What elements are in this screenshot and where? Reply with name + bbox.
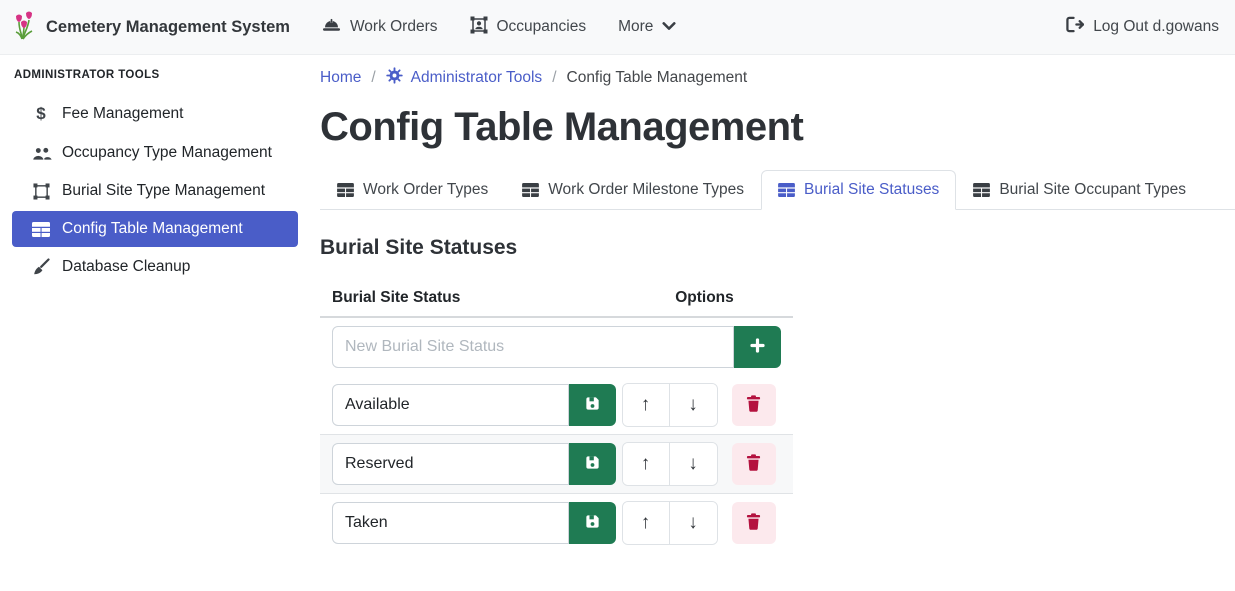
nav-occupancies-label: Occupancies (497, 18, 587, 36)
sidebar-item-occupancy-type-management[interactable]: Occupancy Type Management (12, 135, 298, 171)
tab-label: Work Order Milestone Types (548, 181, 744, 199)
arrow-up-icon: ↑ (641, 512, 651, 534)
status-row-reserved: ↑ ↓ (320, 434, 793, 494)
save-icon (584, 513, 601, 533)
sidebar-item-label: Occupancy Type Management (62, 144, 272, 162)
status-input[interactable] (332, 443, 569, 485)
page-title: Config Table Management (320, 105, 1235, 150)
status-row-taken: ↑ ↓ (320, 494, 793, 552)
logout-button[interactable]: Log Out d.gowans (1065, 16, 1219, 38)
main-content: Home / (310, 55, 1235, 591)
move-down-button[interactable]: ↓ (670, 502, 717, 544)
logout-icon (1065, 16, 1084, 38)
app-brand[interactable]: Cemetery Management System (12, 10, 290, 45)
new-status-input[interactable] (332, 326, 734, 368)
table-icon (778, 183, 795, 197)
save-icon (584, 395, 601, 415)
sidebar-item-burial-site-type-management[interactable]: Burial Site Type Management (12, 173, 298, 209)
move-down-button[interactable]: ↓ (670, 384, 717, 426)
breadcrumb-current: Config Table Management (567, 69, 748, 87)
table-icon (30, 222, 52, 237)
save-status-button[interactable] (569, 384, 616, 426)
move-down-button[interactable]: ↓ (670, 443, 717, 485)
arrow-down-icon: ↓ (688, 453, 698, 475)
gear-icon (386, 67, 403, 89)
status-input[interactable] (332, 384, 569, 426)
status-row-available: ↑ ↓ (320, 376, 793, 434)
plus-icon (749, 337, 766, 357)
dollar-icon: $ (30, 104, 52, 124)
tab-label: Work Order Types (363, 181, 488, 199)
section-heading: Burial Site Statuses (320, 236, 1235, 260)
breadcrumb-separator: / (552, 69, 556, 87)
logout-label: Log Out d.gowans (1093, 18, 1219, 36)
occupant-frame-icon (470, 16, 488, 39)
save-icon (584, 454, 601, 474)
breadcrumb-separator: / (371, 69, 375, 87)
save-status-button[interactable] (569, 443, 616, 485)
sidebar-item-label: Database Cleanup (62, 258, 190, 276)
arrow-down-icon: ↓ (688, 394, 698, 416)
tab-label: Burial Site Occupant Types (999, 181, 1186, 199)
sidebar-item-label: Fee Management (62, 105, 184, 123)
trash-icon (746, 395, 761, 415)
nav-occupancies[interactable]: Occupancies (470, 16, 587, 39)
arrow-up-icon: ↑ (641, 394, 651, 416)
trash-icon (746, 454, 761, 474)
hard-hat-icon (322, 17, 341, 37)
table-header-row: Burial Site Status Options (320, 280, 793, 318)
save-status-button[interactable] (569, 502, 616, 544)
breadcrumb-admin-tools-link[interactable]: Administrator Tools (386, 67, 543, 89)
top-navbar: Cemetery Management System Work Orders (0, 0, 1235, 55)
delete-status-button[interactable] (732, 502, 776, 544)
arrow-down-icon: ↓ (688, 512, 698, 534)
move-up-button[interactable]: ↑ (623, 384, 670, 426)
table-icon (522, 183, 539, 197)
sidebar-item-config-table-management[interactable]: Config Table Management (12, 211, 298, 247)
tab-work-order-milestone-types[interactable]: Work Order Milestone Types (505, 170, 761, 210)
users-icon (30, 146, 52, 161)
reorder-button-group: ↑ ↓ (622, 383, 718, 427)
sidebar-item-fee-management[interactable]: $ Fee Management (12, 95, 298, 133)
tab-label: Burial Site Statuses (804, 181, 939, 199)
breadcrumb-home-link[interactable]: Home (320, 69, 361, 87)
tab-burial-site-statuses[interactable]: Burial Site Statuses (761, 170, 956, 210)
arrow-up-icon: ↑ (641, 453, 651, 475)
column-header-status: Burial Site Status (320, 280, 616, 316)
new-status-row (320, 318, 793, 376)
tulip-logo-icon (12, 10, 36, 45)
sidebar: ADMINISTRATOR TOOLS $ Fee Management Occ… (0, 55, 310, 591)
trash-icon (746, 513, 761, 533)
reorder-button-group: ↑ ↓ (622, 442, 718, 486)
table-icon (973, 183, 990, 197)
move-up-button[interactable]: ↑ (623, 502, 670, 544)
sidebar-item-database-cleanup[interactable]: Database Cleanup (12, 249, 298, 285)
delete-status-button[interactable] (732, 384, 776, 426)
nav-more[interactable]: More (618, 18, 676, 36)
nav-work-orders[interactable]: Work Orders (322, 17, 438, 37)
breadcrumb: Home / (320, 67, 1235, 89)
sidebar-item-label: Config Table Management (62, 220, 243, 238)
sidebar-heading: ADMINISTRATOR TOOLS (14, 69, 298, 81)
tab-work-order-types[interactable]: Work Order Types (320, 170, 505, 210)
column-header-options: Options (616, 280, 793, 316)
table-icon (337, 183, 354, 197)
burial-site-status-table: Burial Site Status Options (320, 280, 793, 552)
delete-status-button[interactable] (732, 443, 776, 485)
sidebar-item-label: Burial Site Type Management (62, 182, 265, 200)
move-up-button[interactable]: ↑ (623, 443, 670, 485)
reorder-button-group: ↑ ↓ (622, 501, 718, 545)
add-status-button[interactable] (734, 326, 781, 368)
chevron-down-icon (662, 18, 676, 36)
broom-icon (30, 258, 52, 276)
vector-square-icon (30, 183, 52, 200)
app-title: Cemetery Management System (46, 18, 290, 37)
status-input[interactable] (332, 502, 569, 544)
nav-more-label: More (618, 18, 653, 36)
tab-burial-site-occupant-types[interactable]: Burial Site Occupant Types (956, 170, 1203, 210)
nav-work-orders-label: Work Orders (350, 18, 438, 36)
tab-bar: Work Order Types Work Order Milestone Ty… (320, 170, 1235, 210)
